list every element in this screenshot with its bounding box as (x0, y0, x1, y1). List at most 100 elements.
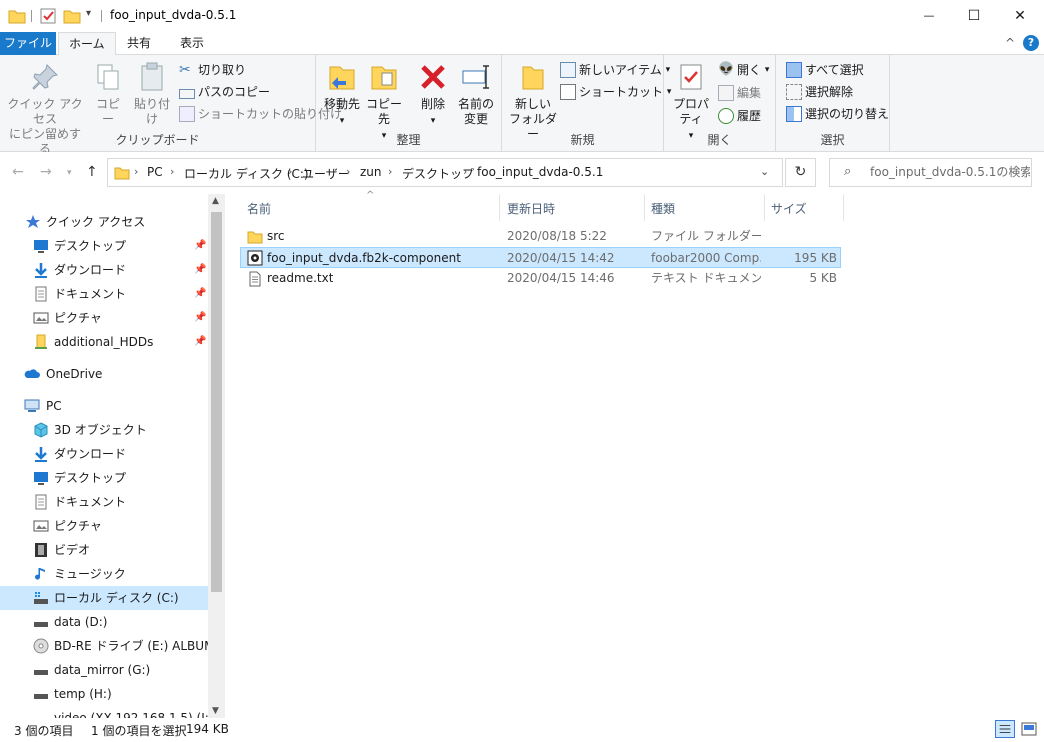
address-bar[interactable]: › PC › ローカル ディスク (C:) › ユーザー › zun › デスク… (107, 158, 783, 187)
copy-button[interactable]: コピー (92, 61, 124, 127)
breadcrumb-separator[interactable]: › (346, 165, 350, 178)
new-folder-button[interactable]: 新しい フォルダー (508, 61, 558, 142)
scroll-down-icon[interactable]: ▼ (212, 706, 219, 716)
properties-quick-icon[interactable] (40, 8, 56, 24)
nav-item-onedrive[interactable]: OneDrive (0, 362, 208, 386)
nav-item-additional-hdds[interactable]: additional_HDDs 📌 (0, 330, 208, 354)
customize-quick-access-icon[interactable]: ▾ (86, 8, 91, 19)
pin-icon[interactable]: 📌 (194, 282, 206, 306)
drive-icon (34, 694, 48, 699)
file-row-readme[interactable]: readme.txt 2020/04/15 14:46 テキスト ドキュメント … (240, 268, 841, 289)
paste-shortcut-icon (179, 106, 195, 122)
search-input[interactable] (870, 165, 1030, 179)
breadcrumb-separator[interactable]: › (388, 165, 392, 178)
edit-button[interactable]: 編集 (718, 83, 761, 103)
nav-item-video-i[interactable]: video (XX.192.168.1.5) (I:) (0, 706, 214, 718)
nav-item-3d-objects[interactable]: 3D オブジェクト (0, 418, 208, 442)
pin-icon[interactable]: 📌 (194, 258, 206, 282)
column-header-size[interactable]: サイズ (771, 200, 807, 217)
open-icon: 👽 (718, 62, 735, 77)
file-row-component[interactable]: foo_input_dvda.fb2k-component 2020/04/15… (240, 247, 841, 268)
tab-share[interactable]: 共有 (117, 32, 161, 55)
delete-button[interactable]: 削除 ▾ (416, 61, 450, 129)
nav-item-downloads-pinned[interactable]: ダウンロード 📌 (0, 258, 208, 282)
scroll-up-icon[interactable]: ▲ (212, 196, 219, 206)
breadcrumb-current-folder[interactable]: foo_input_dvda-0.5.1 (477, 165, 603, 179)
group-open: プロパティ ▾ 👽 開く ▾ 編集 履歴 開く (664, 55, 776, 152)
file-row-src[interactable]: src 2020/08/18 5:22 ファイル フォルダー (240, 226, 841, 247)
breadcrumb-separator[interactable]: › (463, 165, 467, 178)
easy-access-button[interactable]: ショートカット ▾ (560, 82, 671, 102)
paste-button[interactable]: 貼り付け (130, 61, 174, 127)
tab-home[interactable]: ホーム (58, 32, 116, 56)
nav-item-bd-re-e[interactable]: BD-RE ドライブ (E:) ALBUM (0, 634, 214, 658)
help-icon[interactable]: ? (1023, 35, 1039, 51)
new-folder-quick-icon[interactable] (63, 8, 81, 24)
nav-item-desktop-pinned[interactable]: デスクトップ 📌 (0, 234, 208, 258)
open-button[interactable]: 👽 開く ▾ (718, 60, 769, 80)
invert-selection-button[interactable]: 選択の切り替え (786, 104, 889, 124)
forward-arrow-icon[interactable]: → (40, 164, 52, 180)
breadcrumb-separator[interactable]: › (134, 165, 138, 178)
move-to-icon (329, 66, 355, 90)
select-none-button[interactable]: 選択解除 (786, 82, 853, 102)
nav-item-downloads[interactable]: ダウンロード (0, 442, 208, 466)
address-dropdown-icon[interactable]: ⌄ (760, 165, 769, 178)
select-all-button[interactable]: すべて選択 (786, 60, 864, 80)
back-arrow-icon[interactable]: ← (12, 164, 24, 180)
breadcrumb-users[interactable]: ユーザー (302, 165, 350, 182)
recent-locations-icon[interactable]: ▾ (67, 168, 72, 178)
download-icon (35, 263, 47, 278)
status-bar: 3 個の項目 1 個の項目を選択 194 KB (0, 718, 1044, 742)
rename-button[interactable]: 名前の 変更 (456, 61, 496, 127)
shortcut-icon (560, 84, 576, 100)
tab-file[interactable]: ファイル (0, 32, 56, 55)
nav-item-local-disk-c[interactable]: ローカル ディスク (C:) (0, 586, 208, 610)
pin-icon[interactable]: 📌 (194, 234, 206, 258)
drive-icon (34, 622, 48, 627)
close-button[interactable]: ✕ (997, 0, 1043, 31)
nav-item-pc[interactable]: PC (0, 394, 208, 418)
move-to-button[interactable]: 移動先 ▾ (322, 61, 362, 129)
nav-item-documents-pinned[interactable]: ドキュメント 📌 (0, 282, 208, 306)
tab-view[interactable]: 表示 (170, 32, 214, 55)
copy-icon (97, 64, 119, 90)
drive-icon (33, 710, 49, 718)
new-item-button[interactable]: 新しいアイテム ▾ (560, 60, 670, 80)
collapse-ribbon-icon[interactable]: ^ (1005, 36, 1015, 50)
minimize-button[interactable]: — (906, 0, 952, 31)
column-header-name[interactable]: 名前 (247, 200, 271, 217)
cut-button[interactable]: ✂ 切り取り (179, 60, 246, 80)
nav-item-data-d[interactable]: data (D:) (0, 610, 208, 634)
ribbon: クイック アクセス にピン留めする コピー 貼り付け ✂ 切り取り パスのコピー シ… (0, 55, 1044, 156)
nav-item-music[interactable]: ミュージック (0, 562, 208, 586)
copy-path-button[interactable]: パスのコピー (179, 82, 270, 102)
history-button[interactable]: 履歴 (718, 106, 761, 126)
nav-item-data-mirror-g[interactable]: data_mirror (G:) (0, 658, 208, 682)
nav-item-quick-access[interactable]: クイック アクセス (0, 210, 208, 234)
column-header-date[interactable]: 更新日時 (507, 200, 555, 217)
breadcrumb-separator[interactable]: › (170, 165, 174, 178)
breadcrumb-separator[interactable]: › (288, 165, 292, 178)
refresh-button[interactable]: ↻ (785, 158, 816, 187)
column-header-type[interactable]: 種類 (651, 200, 675, 217)
nav-item-documents[interactable]: ドキュメント (0, 490, 208, 514)
breadcrumb-pc[interactable]: PC (147, 165, 163, 179)
nav-pane-scroll-thumb[interactable] (211, 212, 222, 592)
details-view-icon[interactable] (995, 720, 1015, 738)
nav-item-temp-h[interactable]: temp (H:) (0, 682, 208, 706)
copy-to-icon (371, 66, 397, 90)
folder-icon[interactable] (8, 8, 26, 24)
nav-item-desktop[interactable]: デスクトップ (0, 466, 208, 490)
pin-icon[interactable]: 📌 (194, 306, 206, 330)
group-select: すべて選択 選択解除 選択の切り替え 選択 (776, 55, 890, 152)
nav-item-pictures[interactable]: ピクチャ (0, 514, 208, 538)
breadcrumb-zun[interactable]: zun (360, 165, 382, 179)
maximize-button[interactable]: ☐ (951, 0, 997, 31)
pin-icon[interactable]: 📌 (194, 330, 206, 354)
nav-item-pictures-pinned[interactable]: ピクチャ 📌 (0, 306, 208, 330)
search-box[interactable]: ⌕ (829, 158, 1032, 187)
large-icons-view-icon[interactable] (1019, 720, 1039, 738)
nav-item-videos[interactable]: ビデオ (0, 538, 208, 562)
up-arrow-icon[interactable]: ↑ (86, 164, 98, 180)
